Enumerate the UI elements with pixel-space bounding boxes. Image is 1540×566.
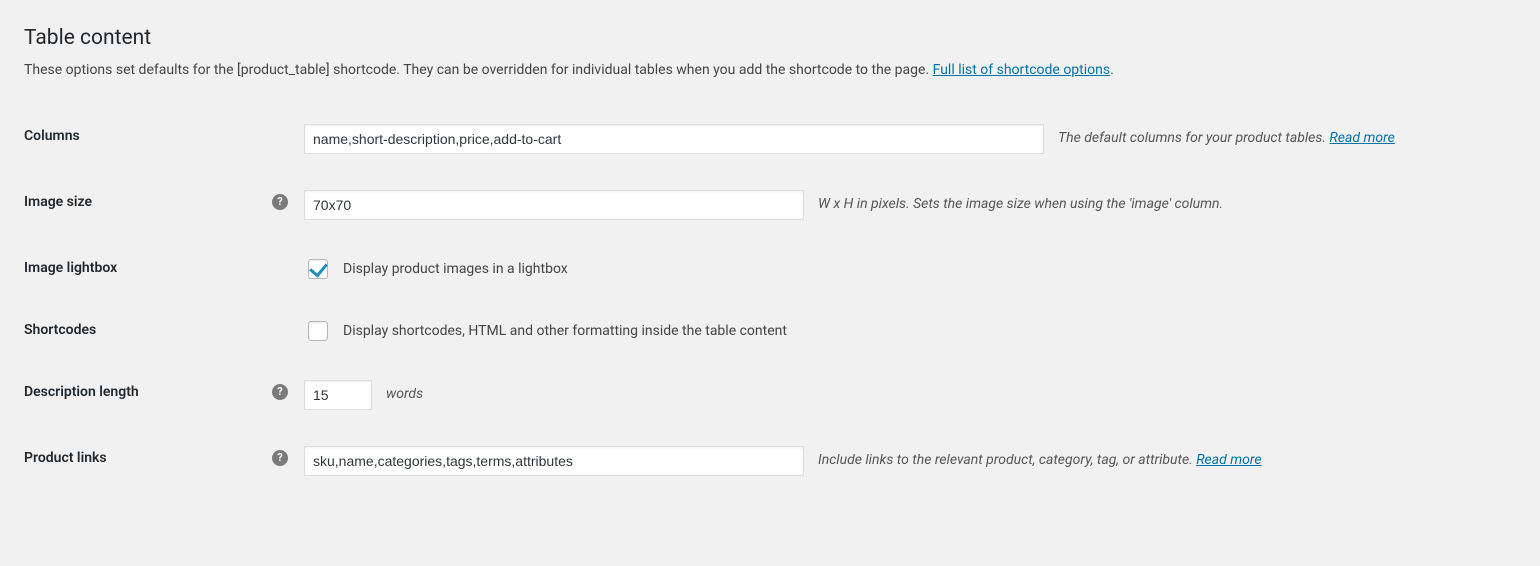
image-size-label: Image size — [24, 194, 92, 210]
product-links-read-more-link[interactable]: Read more — [1196, 452, 1261, 468]
row-description-length: Description length ? words — [24, 362, 1516, 428]
row-image-size: Image size ? W x H in pixels. Sets the i… — [24, 172, 1516, 238]
help-icon[interactable]: ? — [272, 384, 288, 400]
section-description-text: These options set defaults for the [prod… — [24, 62, 933, 78]
description-length-unit: words — [386, 380, 423, 402]
image-lightbox-checkbox[interactable] — [308, 259, 328, 279]
shortcode-options-link[interactable]: Full list of shortcode options — [933, 62, 1110, 78]
row-product-links: Product links ? Include links to the rel… — [24, 428, 1516, 494]
shortcodes-checkbox-label: Display shortcodes, HTML and other forma… — [343, 323, 787, 339]
columns-help: The default columns for your product tab… — [1058, 124, 1506, 146]
shortcodes-label: Shortcodes — [24, 322, 96, 338]
image-size-input[interactable] — [304, 190, 804, 220]
section-description: These options set defaults for the [prod… — [24, 62, 1516, 78]
product-links-help: Include links to the relevant product, c… — [818, 446, 1506, 468]
columns-input[interactable] — [304, 124, 1044, 154]
description-length-input[interactable] — [304, 380, 372, 410]
columns-label: Columns — [24, 128, 80, 144]
help-icon[interactable]: ? — [272, 450, 288, 466]
shortcodes-option[interactable]: Display shortcodes, HTML and other forma… — [304, 318, 1506, 344]
image-lightbox-option[interactable]: Display product images in a lightbox — [304, 256, 1506, 282]
product-links-label: Product links — [24, 450, 107, 466]
section-title: Table content — [24, 26, 1516, 50]
settings-section: Table content These options set defaults… — [0, 0, 1540, 524]
row-image-lightbox: Image lightbox Display product images in… — [24, 238, 1516, 300]
row-columns: Columns The default columns for your pro… — [24, 106, 1516, 172]
image-lightbox-label: Image lightbox — [24, 260, 117, 276]
row-shortcodes: Shortcodes Display shortcodes, HTML and … — [24, 300, 1516, 362]
description-length-label: Description length — [24, 384, 139, 400]
product-links-input[interactable] — [304, 446, 804, 476]
settings-form-table: Columns The default columns for your pro… — [24, 106, 1516, 494]
columns-read-more-link[interactable]: Read more — [1329, 130, 1394, 146]
help-icon[interactable]: ? — [272, 194, 288, 210]
shortcodes-checkbox[interactable] — [308, 321, 328, 341]
image-lightbox-checkbox-label: Display product images in a lightbox — [343, 261, 568, 277]
image-size-help: W x H in pixels. Sets the image size whe… — [818, 190, 1506, 212]
